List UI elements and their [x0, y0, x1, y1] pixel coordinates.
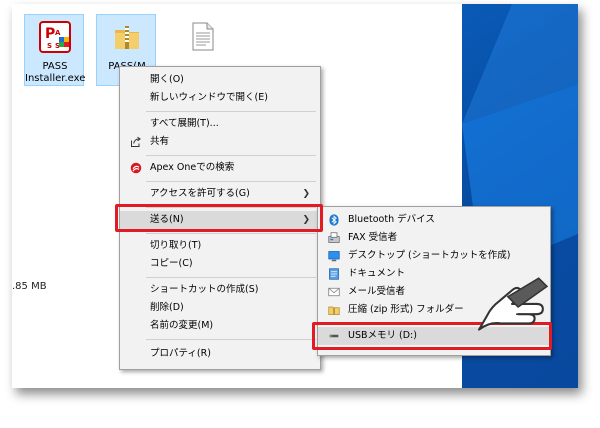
menu-separator — [146, 277, 316, 278]
desktop-icon-pass-installer[interactable]: P A S S PASS Installer.exe — [24, 14, 85, 86]
zip-folder-icon — [115, 26, 139, 49]
menu-item-open[interactable]: 開く(O) — [120, 71, 320, 89]
icon-label-line1: PASS — [42, 61, 68, 72]
status-size-text: .85 MB — [12, 281, 47, 292]
menu-item-share[interactable]: 共有 — [120, 133, 320, 151]
menu-item-label: FAX 受信者 — [348, 232, 398, 243]
svg-text:A: A — [55, 29, 61, 37]
menu-item-properties[interactable]: プロパティ(R) — [120, 345, 320, 363]
send-to-item-fax[interactable]: FAX 受信者 — [318, 229, 550, 247]
svg-text:P: P — [45, 26, 55, 42]
pass-app-icon: P A S S — [39, 21, 71, 53]
icon-label-line2: Installer.exe — [25, 73, 85, 84]
menu-separator — [146, 339, 316, 340]
menu-item-label: Apex Oneでの検索 — [150, 162, 235, 173]
chevron-right-icon: ❯ — [302, 189, 310, 199]
menu-item-label: デスクトップ (ショートカットを作成) — [348, 250, 511, 261]
menu-item-rename[interactable]: 名前の変更(M) — [120, 317, 320, 335]
send-to-item-bluetooth[interactable]: Bluetooth デバイス — [318, 211, 550, 229]
documents-icon — [329, 268, 339, 280]
menu-item-label: 共有 — [150, 136, 170, 147]
menu-item-label: Bluetooth デバイス — [348, 214, 435, 225]
share-icon — [131, 136, 141, 147]
menu-separator — [146, 155, 316, 156]
menu-item-give-access[interactable]: アクセスを許可する(G) ❯ — [120, 185, 320, 203]
menu-item-create-shortcut[interactable]: ショートカットの作成(S) — [120, 281, 320, 299]
menu-item-copy[interactable]: コピー(C) — [120, 255, 320, 273]
apex-one-icon — [130, 162, 142, 174]
zip-icon — [328, 306, 340, 315]
menu-item-open-new-window[interactable]: 新しいウィンドウで開く(E) — [120, 89, 320, 107]
menu-item-label: アクセスを許可する(G) — [150, 188, 250, 199]
menu-separator — [146, 111, 316, 112]
menu-separator — [146, 181, 316, 182]
menu-item-label: ドキュメント — [348, 268, 406, 279]
menu-separator — [146, 233, 316, 234]
icon-label: PASS Installer.exe — [25, 61, 85, 85]
bluetooth-icon — [329, 214, 339, 226]
send-to-item-desktop[interactable]: デスクトップ (ショートカットを作成) — [318, 247, 550, 265]
highlight-send-to — [115, 204, 323, 232]
menu-item-cut[interactable]: 切り取り(T) — [120, 237, 320, 255]
menu-item-delete[interactable]: 削除(D) — [120, 299, 320, 317]
menu-item-extract-all[interactable]: すべて展開(T)... — [120, 115, 320, 133]
svg-text:S: S — [47, 42, 52, 50]
document-file-icon — [192, 22, 214, 51]
pointing-hand-icon — [478, 277, 549, 331]
desktop-icon — [328, 251, 340, 262]
screenshot-frame: P A S S PASS Installer.exe .85 MB 開く(O) … — [12, 4, 578, 388]
menu-item-apex-one-scan[interactable]: Apex Oneでの検索 — [120, 159, 320, 177]
menu-item-label: 圧縮 (zip 形式) フォルダー — [348, 304, 464, 315]
mail-icon — [328, 287, 340, 297]
fax-icon — [328, 232, 340, 243]
menu-item-label: メール受信者 — [348, 286, 406, 297]
